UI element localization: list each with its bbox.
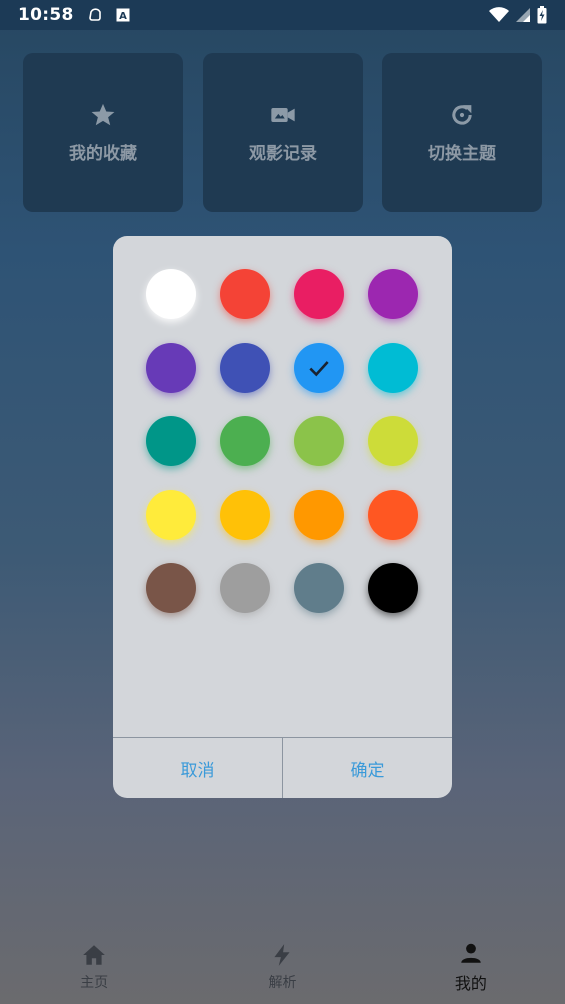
color-swatch[interactable] bbox=[220, 489, 270, 540]
person-icon bbox=[461, 943, 481, 963]
color-swatch[interactable] bbox=[146, 416, 196, 466]
star-icon bbox=[91, 103, 115, 126]
color-swatch[interactable] bbox=[220, 342, 270, 393]
theme-color-dialog: 取消 确定 bbox=[113, 236, 452, 798]
nav-item-mine[interactable]: 我的 bbox=[377, 930, 565, 1004]
color-swatch[interactable] bbox=[220, 269, 270, 319]
nav-item-parse[interactable]: 解析 bbox=[188, 930, 376, 1004]
color-swatch[interactable] bbox=[146, 489, 196, 540]
refresh-icon bbox=[452, 105, 472, 125]
color-swatch[interactable] bbox=[294, 269, 344, 319]
switch-theme-label: 切换主题 bbox=[428, 144, 496, 164]
signal-icon bbox=[516, 8, 530, 22]
watch-history-label: 观影记录 bbox=[249, 144, 317, 164]
favorites-label: 我的收藏 bbox=[69, 144, 137, 164]
color-swatch[interactable] bbox=[368, 269, 418, 319]
color-swatch[interactable] bbox=[146, 563, 196, 613]
bottom-navigation: 主页 解析 我的 bbox=[0, 930, 565, 1004]
color-swatch[interactable] bbox=[146, 269, 196, 319]
color-swatch-grid bbox=[113, 236, 452, 736]
nav-label-home: 主页 bbox=[80, 975, 109, 991]
home-icon bbox=[83, 945, 105, 965]
color-swatch[interactable] bbox=[220, 416, 270, 466]
color-swatch[interactable] bbox=[368, 342, 418, 393]
nav-item-home[interactable]: 主页 bbox=[0, 930, 188, 1004]
color-swatch[interactable] bbox=[368, 416, 418, 466]
color-swatch[interactable] bbox=[368, 489, 418, 540]
lightning-icon bbox=[274, 944, 291, 966]
nav-label-parse: 解析 bbox=[268, 975, 297, 991]
switch-theme-card[interactable]: 切换主题 bbox=[382, 53, 542, 212]
dialog-footer: 取消 确定 bbox=[113, 737, 452, 798]
favorites-card[interactable]: 我的收藏 bbox=[23, 53, 183, 212]
color-swatch[interactable] bbox=[220, 563, 270, 613]
color-swatch[interactable] bbox=[294, 563, 344, 613]
status-bar: 10:58 A bbox=[0, 0, 565, 30]
status-time: 10:58 bbox=[18, 5, 74, 25]
watch-history-card[interactable]: 观影记录 bbox=[203, 53, 363, 212]
nav-label-mine: 我的 bbox=[454, 974, 487, 993]
svg-text:A: A bbox=[119, 11, 127, 22]
wifi-icon bbox=[489, 7, 509, 22]
color-swatch[interactable] bbox=[294, 416, 344, 466]
cast-icon bbox=[88, 8, 101, 21]
battery-charging-icon bbox=[537, 6, 547, 24]
color-swatch[interactable] bbox=[368, 563, 418, 613]
cancel-button[interactable]: 取消 bbox=[113, 738, 282, 798]
color-swatch[interactable] bbox=[294, 342, 344, 393]
check-icon bbox=[309, 360, 329, 376]
video-camera-icon bbox=[271, 108, 295, 122]
color-swatch[interactable] bbox=[294, 489, 344, 540]
confirm-button[interactable]: 确定 bbox=[282, 738, 452, 798]
color-swatch[interactable] bbox=[146, 342, 196, 393]
app-a-icon: A bbox=[116, 8, 130, 22]
